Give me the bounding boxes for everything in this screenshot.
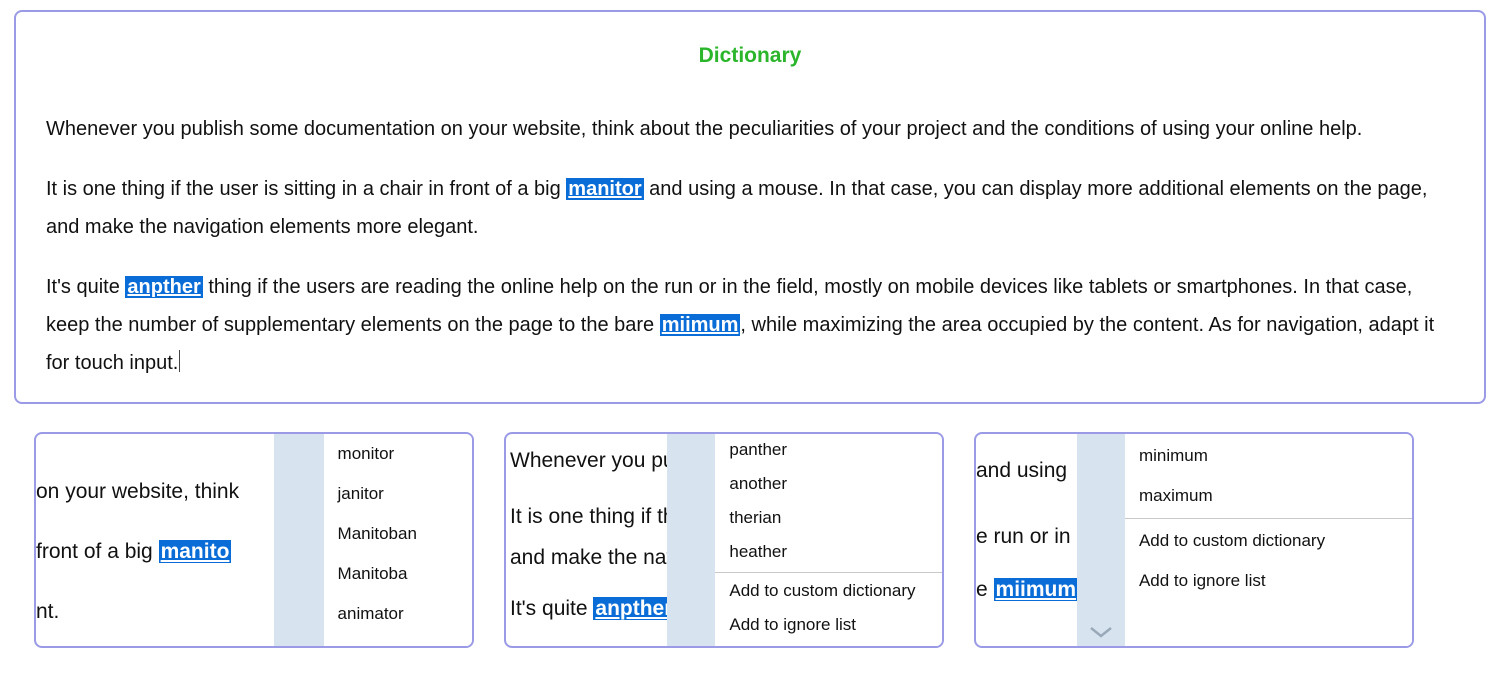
text-line: nt.: [36, 582, 274, 642]
misspelling-anpther[interactable]: anpther: [593, 597, 667, 620]
add-to-custom-dictionary[interactable]: Add to custom dictionary: [715, 575, 942, 609]
suggestion-panel-miimum: and using e run or in e miimum minimum m…: [974, 432, 1414, 648]
chevron-down-icon: [1088, 624, 1114, 640]
misspelling-anpther[interactable]: anpther: [125, 276, 202, 298]
add-to-ignore-list[interactable]: Add to ignore list: [715, 609, 942, 643]
text: It is one thing if the user is sitting i…: [46, 178, 566, 200]
text-line: e miimum: [976, 570, 1077, 610]
scrollbar[interactable]: [274, 434, 324, 646]
misspelling-miimum[interactable]: miimum: [994, 578, 1077, 601]
misspelling-manitor[interactable]: manito: [159, 540, 232, 563]
text-fragment: and using e run or in e miimum: [976, 434, 1077, 646]
add-to-custom-dictionary[interactable]: Add to custom dictionary: [1125, 521, 1412, 561]
suggestion-item[interactable]: maximum: [1125, 476, 1412, 516]
text: front of a big: [36, 540, 159, 563]
page-title: Dictionary: [46, 44, 1454, 68]
text-line: It is one thing if th: [510, 494, 667, 540]
add-to-ignore-list[interactable]: Add to ignore list: [1125, 561, 1412, 601]
suggestion-item[interactable]: animator: [324, 594, 472, 634]
suggestion-menu: panther another therian heather Add to c…: [715, 434, 942, 646]
menu-divider: [715, 572, 942, 573]
scrollbar[interactable]: [667, 434, 715, 646]
text-line: on your website, think: [36, 462, 274, 522]
suggestion-item[interactable]: Manitoba: [324, 554, 472, 594]
suggestion-item[interactable]: minimum: [1125, 434, 1412, 476]
text: It's quite: [510, 597, 593, 620]
suggestion-panel-manitor: on your website, think front of a big ma…: [34, 432, 474, 648]
paragraph-2[interactable]: It is one thing if the user is sitting i…: [46, 170, 1454, 246]
text-line: Whenever you pu: [510, 438, 667, 484]
paragraph-1[interactable]: Whenever you publish some documentation …: [46, 110, 1454, 148]
misspelling-miimum[interactable]: miimum: [660, 314, 741, 336]
text: e: [976, 578, 994, 601]
suggestion-item[interactable]: Manitoban: [324, 514, 472, 554]
text-line: e run or in: [976, 504, 1077, 570]
suggestion-menu: monitor janitor Manitoban Manitoba anima…: [324, 434, 472, 646]
suggestion-row: on your website, think front of a big ma…: [14, 432, 1486, 648]
suggestion-item[interactable]: panther: [715, 434, 942, 468]
suggestion-item[interactable]: therian: [715, 502, 942, 536]
text-line: and using: [976, 438, 1077, 504]
suggestion-item[interactable]: another: [715, 468, 942, 502]
text-fragment: Whenever you pu It is one thing if th an…: [506, 434, 667, 646]
misspelling-manitor[interactable]: manitor: [566, 178, 643, 200]
text-line: front of a big manito: [36, 522, 274, 582]
text-line: It's quite anpther: [510, 586, 667, 632]
suggestion-panel-anpther: Whenever you pu It is one thing if th an…: [504, 432, 944, 648]
suggestion-menu: minimum maximum Add to custom dictionary…: [1125, 434, 1412, 646]
text-fragment: on your website, think front of a big ma…: [36, 434, 274, 646]
editor-panel: Dictionary Whenever you publish some doc…: [14, 10, 1486, 404]
suggestion-item[interactable]: janitor: [324, 474, 472, 514]
suggestion-item[interactable]: heather: [715, 536, 942, 570]
text: It's quite: [46, 276, 125, 298]
menu-divider: [1125, 518, 1412, 519]
scrollbar[interactable]: [1077, 434, 1125, 646]
text: Whenever you publish some documentation …: [46, 118, 1362, 140]
text-line: and make the navi: [510, 540, 667, 576]
paragraph-3[interactable]: It's quite anpther thing if the users ar…: [46, 268, 1454, 382]
text-caret: [179, 350, 180, 372]
suggestion-item[interactable]: monitor: [324, 434, 472, 474]
